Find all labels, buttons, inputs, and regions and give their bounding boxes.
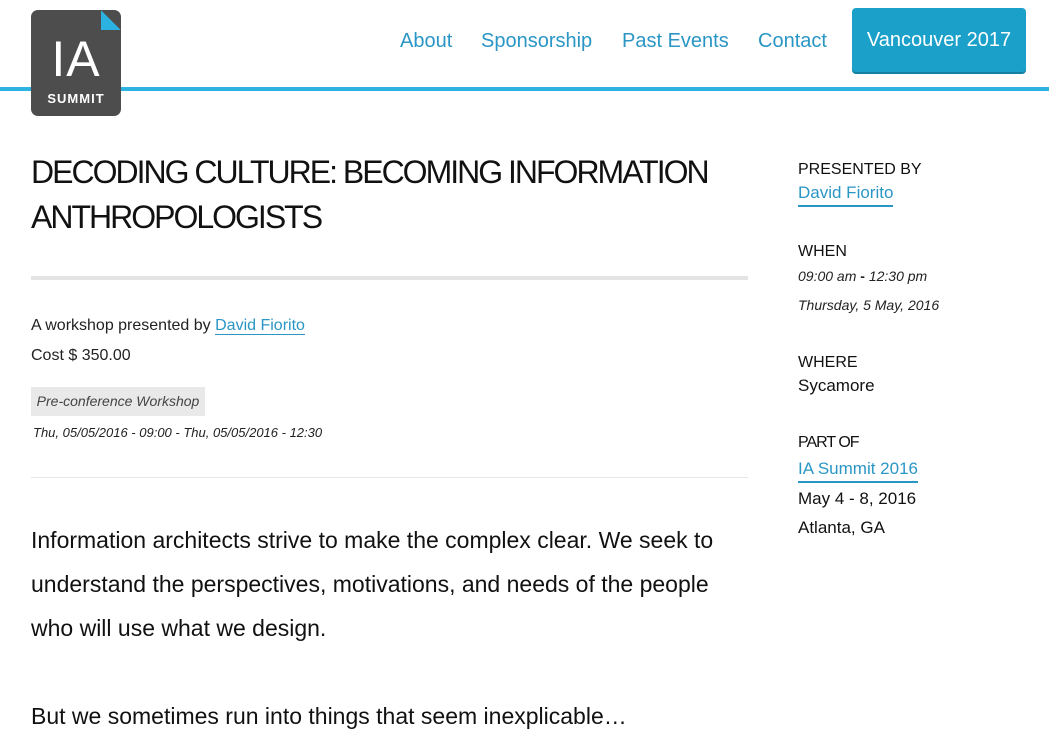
when-date: Thursday, 5 May, 2016 [798, 297, 940, 313]
sidebar-presenter-link[interactable]: David Fiorito [798, 182, 894, 207]
when-time-end: 12:30 pm [868, 268, 928, 284]
when-label: WHEN [798, 243, 847, 260]
when-time-start: 09:00 am [798, 268, 857, 284]
part-of-link[interactable]: IA Summit 2016 [798, 458, 919, 483]
title-divider [31, 276, 748, 280]
session-datetime: Thu, 05/05/2016 - 09:00 - Thu, 05/05/201… [33, 425, 323, 440]
content-divider [31, 477, 748, 478]
nav-contact[interactable]: Contact [758, 29, 827, 53]
page-title: DECODING CULTURE: BECOMING INFORMATION A… [31, 150, 731, 240]
header-divider [0, 87, 1049, 91]
part-of-dates: May 4 - 8, 2016 [798, 489, 917, 508]
part-of-label: PART OF [798, 434, 860, 451]
nav-sponsorship[interactable]: Sponsorship [481, 29, 592, 53]
session-type-tag[interactable]: Pre-conference Workshop [31, 387, 205, 416]
where-value: Sycamore [798, 376, 875, 395]
nav-past-events[interactable]: Past Events [622, 29, 729, 53]
when-time: 09:00 am - 12:30 pm [798, 267, 927, 285]
presented-by-line: A workshop presented by David Fiorito [31, 316, 305, 336]
ia-summit-logo[interactable]: IA SUMMIT [31, 10, 121, 116]
nav-about[interactable]: About [400, 29, 452, 53]
presented-by-label: PRESENTED BY [798, 161, 922, 178]
vancouver-2017-button[interactable]: Vancouver 2017 [852, 8, 1026, 72]
cost-text: Cost $ 350.00 [31, 347, 131, 364]
logo-text-ia: IA [51, 31, 101, 87]
where-label: WHERE [798, 354, 858, 371]
logo-text-summit: SUMMIT [47, 91, 105, 106]
title-line-1: DECODING CULTURE: BECOMING INFORMATION [31, 154, 710, 190]
logo-corner-fold [101, 10, 121, 30]
presented-by-prefix: A workshop presented by [31, 317, 211, 334]
title-line-2: ANTHROPOLOGISTS [31, 199, 323, 235]
description-paragraph-1: Information architects strive to make th… [31, 527, 714, 641]
site-header: IA SUMMIT About Sponsorship Past Events … [0, 0, 1049, 116]
description-paragraph-2: But we sometimes run into things that se… [31, 703, 627, 729]
part-of-location: Atlanta, GA [798, 518, 885, 537]
presenter-link[interactable]: David Fiorito [215, 317, 305, 335]
when-time-separator: - [860, 268, 865, 284]
